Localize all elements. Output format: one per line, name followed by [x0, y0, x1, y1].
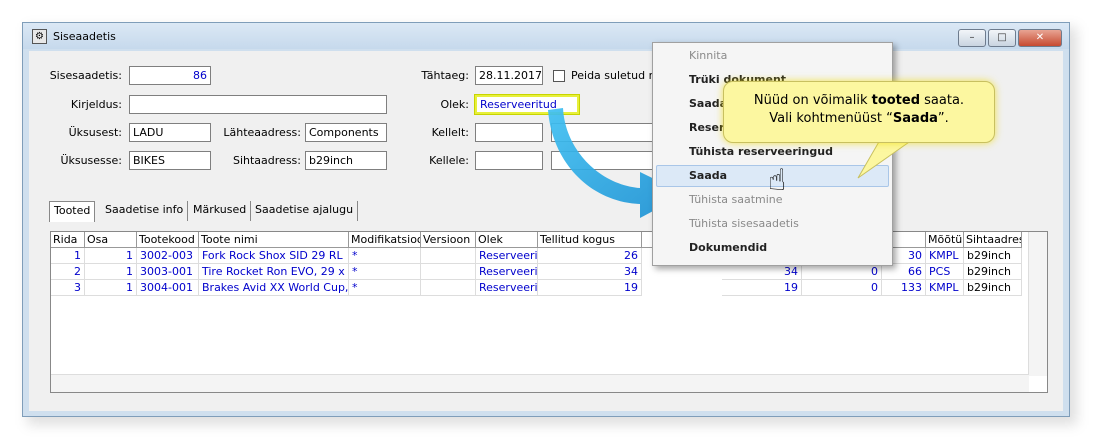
callout-line-2: Vali kohtmenüüst “Saada”.: [769, 111, 949, 126]
hand-pointer-icon: ☝: [768, 163, 787, 198]
instruction-callout: Nüüd on võimalik tooted saata. Vali koht…: [723, 81, 995, 143]
callout-tail: [857, 139, 914, 179]
callout-line-1: Nüüd on võimalik tooted saata.: [753, 93, 965, 108]
